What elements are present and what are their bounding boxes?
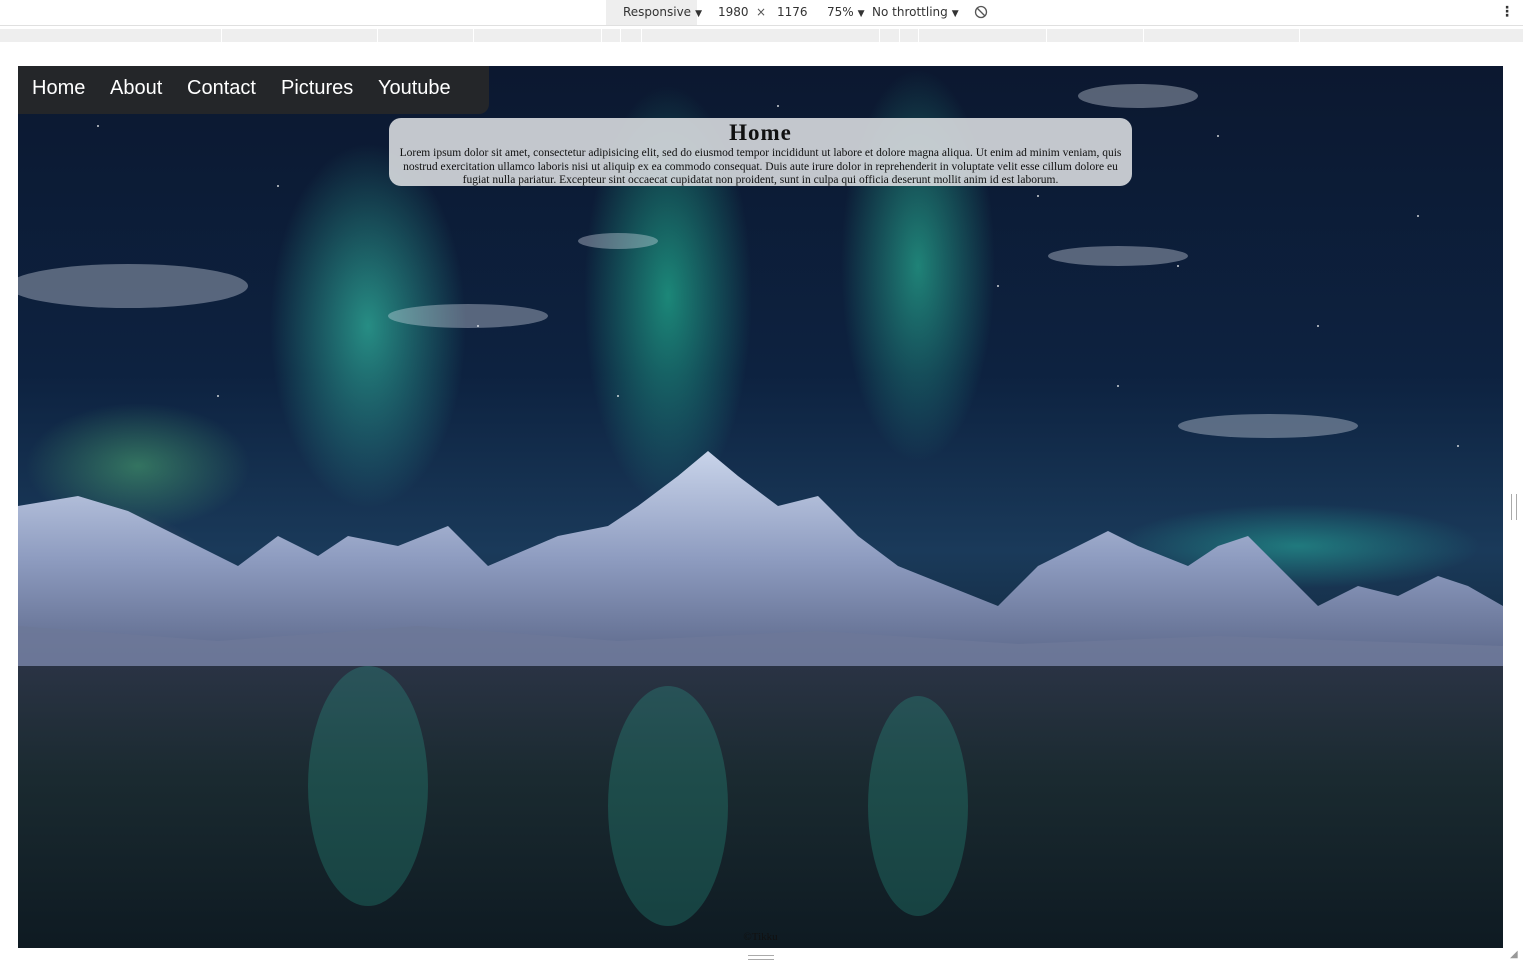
ruler-marker: [918, 29, 919, 42]
ruler-marker: [1143, 29, 1144, 42]
ruler-marker: [1046, 29, 1047, 42]
page-viewport: Home About Contact Pictures Youtube Home…: [18, 66, 1503, 948]
chevron-down-icon: ▼: [951, 9, 959, 19]
ruler-marker: [641, 29, 642, 42]
device-label: Responsive: [623, 5, 692, 19]
ruler-marker: [899, 29, 900, 42]
nav-link-about[interactable]: About: [110, 77, 162, 100]
nav-link-home[interactable]: Home: [32, 77, 85, 100]
nav-link-contact[interactable]: Contact: [187, 77, 256, 100]
ruler-marker: [377, 29, 378, 42]
main-navbar: Home About Contact Pictures Youtube: [18, 66, 489, 114]
resize-corner-icon[interactable]: ◢: [1510, 950, 1520, 960]
zoom-label: 75%: [827, 5, 854, 19]
viewport-height-input[interactable]: 1176: [777, 0, 808, 25]
resize-handle-bottom[interactable]: [748, 955, 774, 960]
ruler-marker: [473, 29, 474, 42]
rotate-icon[interactable]: [974, 5, 988, 19]
ruler-marker: [221, 29, 222, 42]
page-title: Home: [729, 120, 792, 145]
device-select[interactable]: Responsive ▼: [606, 0, 702, 25]
viewport-width-input[interactable]: 1980: [718, 0, 749, 25]
devtools-device-toolbar: Responsive ▼ 1980 × 1176 75% ▼ No throttli…: [0, 0, 1523, 26]
nav-link-youtube[interactable]: Youtube: [378, 77, 451, 100]
chevron-down-icon: ▼: [857, 9, 865, 19]
nav-link-pictures[interactable]: Pictures: [281, 77, 353, 100]
ruler-marker: [879, 29, 880, 42]
ruler-marker: [1299, 29, 1300, 42]
throttling-select[interactable]: No throttling ▼: [872, 0, 959, 25]
dimension-separator: ×: [756, 5, 767, 19]
throttling-label: No throttling: [872, 5, 948, 19]
page-body-text: Lorem ipsum dolor sit amet, consectetur …: [399, 147, 1122, 186]
resize-handle-right[interactable]: [1511, 494, 1517, 520]
content-card: Home Lorem ipsum dolor sit amet, consect…: [389, 118, 1132, 186]
chevron-down-icon: ▼: [695, 9, 702, 19]
more-vertical-icon[interactable]: ⋮: [1500, 0, 1514, 25]
zoom-select[interactable]: 75% ▼: [827, 0, 865, 25]
ruler-marker: [620, 29, 621, 42]
media-query-ruler[interactable]: [0, 29, 1523, 42]
background-image: [18, 84, 1503, 948]
footer-copyright: ©Tikku: [743, 931, 778, 943]
ruler-marker: [601, 29, 602, 42]
